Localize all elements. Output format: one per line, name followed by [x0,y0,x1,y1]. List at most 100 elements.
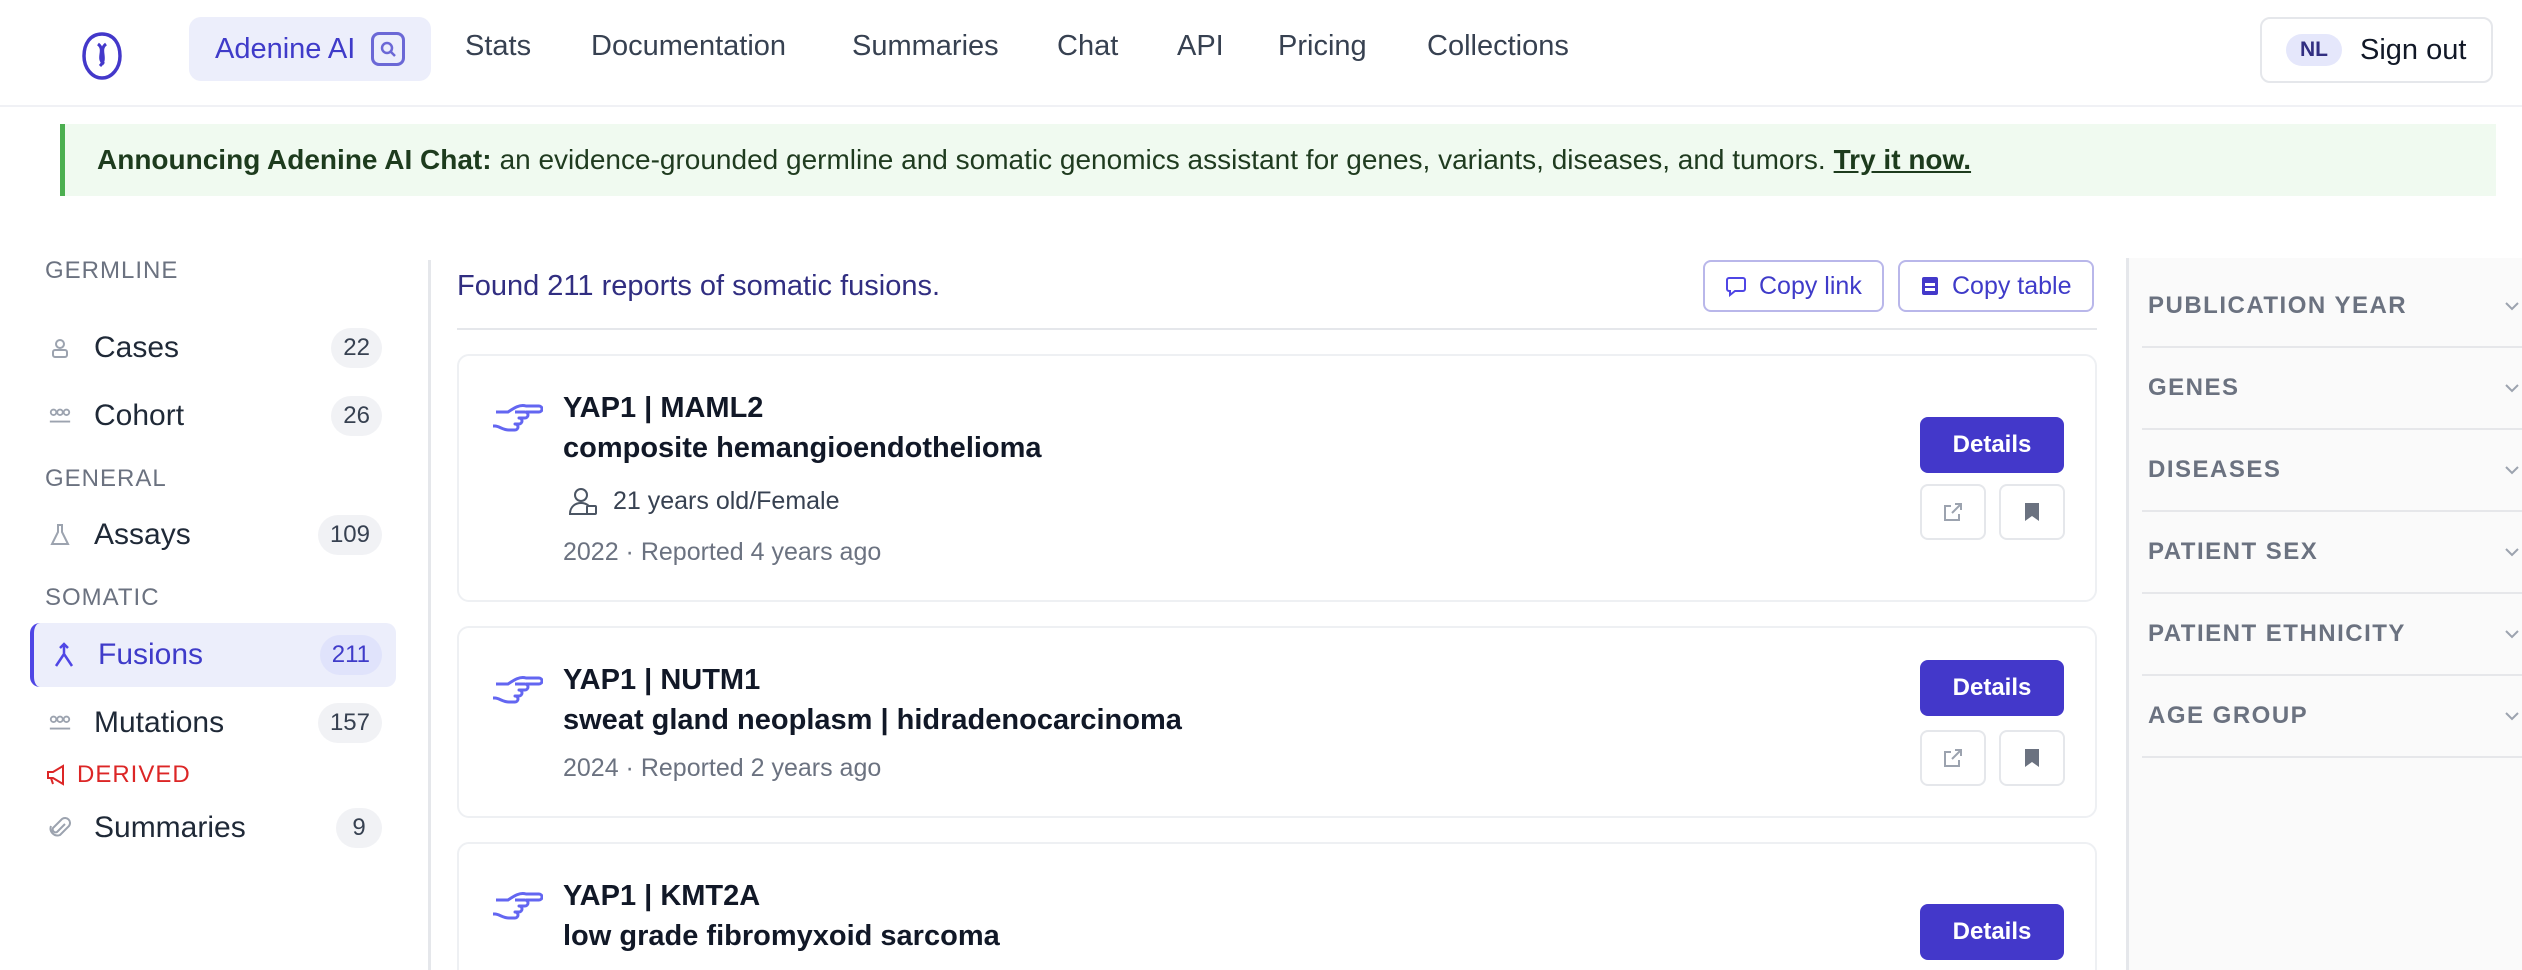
general-heading: GENERAL [45,465,167,492]
chevron-down-icon [2505,630,2519,639]
open-external-button[interactable] [1920,730,1986,786]
chevron-down-icon [2505,466,2519,475]
result-card: YAP1 | NUTM1 sweat gland neoplasm | hidr… [457,626,2097,818]
somatic-heading: SOMATIC [45,584,160,611]
sidebar-item-count: 22 [331,328,382,368]
nav-collections-link[interactable]: Collections [1427,30,1569,63]
chevron-down-icon [2505,712,2519,721]
filter-label: PATIENT ETHNICITY [2148,620,2406,647]
open-external-button[interactable] [1920,484,1986,540]
result-title[interactable]: YAP1 | KMT2A [563,880,760,913]
chevron-down-icon [2505,302,2519,311]
filter-age-group[interactable]: AGE GROUP [2142,676,2522,758]
results-count: Found 211 reports of somatic fusions. [457,270,941,302]
patient-icon [568,488,597,515]
filter-genes[interactable]: GENES [2142,348,2522,430]
filter-patient-sex[interactable]: PATIENT SEX [2142,512,2522,594]
derived-heading-label: DERIVED [77,761,191,788]
pointing-hand-icon [493,676,543,704]
nav-summaries-link[interactable]: Summaries [852,30,999,63]
filter-publication-year[interactable]: PUBLICATION YEAR [2142,266,2522,348]
details-button[interactable]: Details [1920,660,2064,716]
details-button[interactable]: Details [1920,417,2064,473]
result-card: YAP1 | MAML2 composite hemangioendotheli… [457,354,2097,602]
sidebar-item-cohort[interactable]: Cohort 26 [30,384,396,448]
paperclip-icon [48,816,72,840]
users-icon [48,404,72,428]
bookmark-icon [2025,749,2039,767]
pointing-hand-icon [493,404,543,432]
sidebar-item-fusions[interactable]: Fusions 211 [30,623,396,687]
copy-link-label: Copy link [1759,271,1862,300]
filter-patient-ethnicity[interactable]: PATIENT ETHNICITY [2142,594,2522,676]
merge-icon [52,642,76,667]
try-it-now-link[interactable]: Try it now. [1834,144,1971,176]
report-meta: 2022 · Reported 4 years ago [563,538,882,566]
sidebar-divider [428,260,431,970]
copy-table-button[interactable]: Copy table [1898,260,2094,312]
chevron-down-icon [2505,548,2519,557]
sidebar-item-label: Cohort [94,399,185,432]
sidebar-item-label: Fusions [98,638,204,671]
sidebar-item-assays[interactable]: Assays 109 [30,503,396,567]
sign-out-button[interactable]: NL Sign out [2260,17,2493,83]
filter-label: DISEASES [2148,456,2282,483]
details-button[interactable]: Details [1920,904,2064,960]
filter-label: PUBLICATION YEAR [2148,292,2408,319]
avatar: NL [2286,34,2342,66]
result-disease: composite hemangioendothelioma [563,432,1042,464]
sidebar-item-mutations[interactable]: Mutations 157 [30,691,396,755]
result-title[interactable]: YAP1 | MAML2 [563,392,763,425]
nav-stats-link[interactable]: Stats [465,30,531,63]
filter-label: AGE GROUP [2148,702,2309,729]
sidebar-item-count: 109 [317,515,382,555]
chevron-down-icon [2505,384,2519,393]
announcement-banner: Announcing Adenine AI Chat: an evidence-… [60,124,2496,196]
nav-documentation-link[interactable]: Documentation [591,30,786,63]
sidebar-item-label: Summaries [94,811,246,844]
copy-link-button[interactable]: Copy link [1703,260,1884,312]
users-icon [48,711,72,735]
sidebar-item-count: 211 [319,635,382,675]
result-disease: sweat gland neoplasm | hidradenocarcinom… [563,704,1182,736]
nav-brand-button[interactable]: Adenine AI [189,17,432,81]
bookmark-button[interactable] [1999,484,2065,540]
filter-label: PATIENT SEX [2148,538,2319,565]
copy-table-label: Copy table [1952,271,2072,300]
filter-diseases[interactable]: DISEASES [2142,430,2522,512]
sidebar-item-summaries[interactable]: Summaries 9 [30,796,396,860]
result-card: YAP1 | KMT2A low grade fibromyxoid sarco… [457,842,2097,970]
megaphone-icon [47,764,64,786]
nav-pricing-link[interactable]: Pricing [1278,30,1367,63]
bookmark-icon [2025,503,2039,521]
external-link-icon [1944,503,1962,521]
chat-bubble-icon [1726,277,1746,297]
germline-heading: GERMLINE [45,257,179,284]
announcement-text: an evidence-grounded germline and somati… [499,144,1826,175]
nav-api-link[interactable]: API [1177,30,1224,63]
report-meta: 2024 · Reported 2 years ago [563,754,882,782]
nav-brand-label: Adenine AI [215,32,356,65]
patient-demographics: 21 years old/Female [613,486,840,515]
pointing-hand-icon [493,892,543,920]
bookmark-button[interactable] [1999,730,2065,786]
user-lock-icon [48,336,72,360]
external-link-icon [1944,749,1962,767]
sidebar-item-cases[interactable]: Cases 22 [30,316,396,380]
nav-chat-link[interactable]: Chat [1057,30,1118,63]
search-icon[interactable] [371,32,406,66]
sign-out-label: Sign out [2360,33,2467,66]
derived-heading: DERIVED [45,761,191,789]
sidebar-item-count: 9 [336,808,382,848]
result-title[interactable]: YAP1 | NUTM1 [563,664,760,697]
filter-label: GENES [2148,374,2240,401]
adenine-logo-icon[interactable] [76,30,128,82]
patient-info: 21 years old/Female [567,486,840,516]
sidebar-item-count: 157 [317,703,382,743]
table-icon [1922,277,1938,295]
flask-icon [48,523,72,547]
sidebar-item-count: 26 [331,396,382,436]
sidebar-item-label: Mutations [94,706,225,739]
announcement-title: Announcing Adenine AI Chat: [97,144,492,175]
sidebar-item-label: Cases [94,331,180,364]
